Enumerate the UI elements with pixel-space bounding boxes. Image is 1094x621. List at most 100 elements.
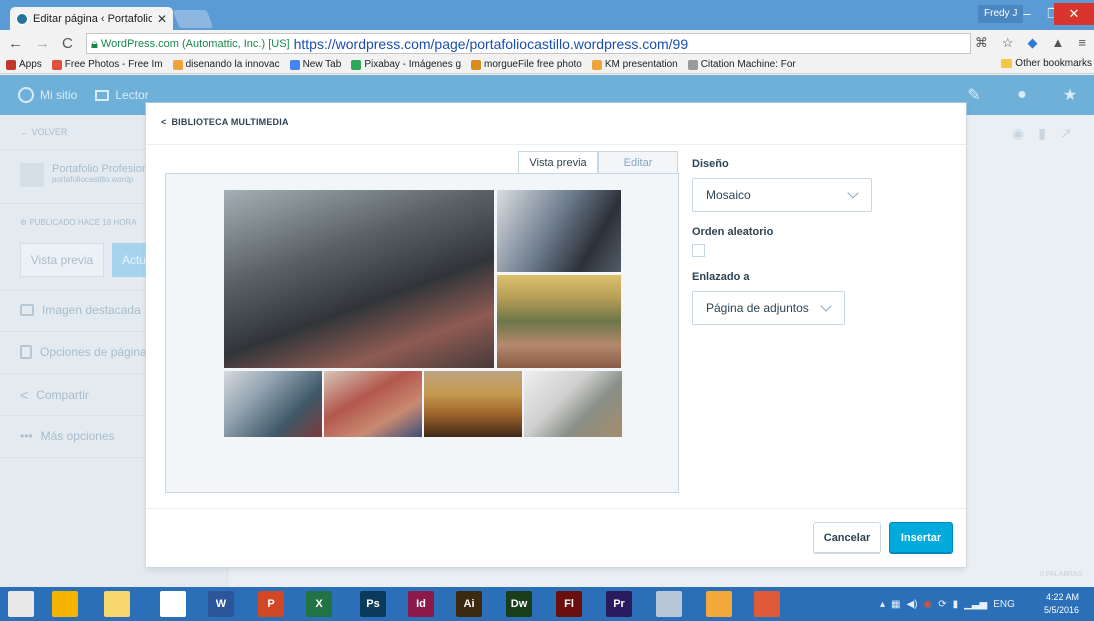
powerpoint-icon[interactable]: P [258, 591, 284, 617]
publish-status: ⚙ PUBLICADO HACE 18 HORA [20, 218, 137, 227]
translate-icon[interactable]: ⌘ [975, 35, 988, 51]
gallery-photo[interactable] [497, 275, 621, 368]
bookmark-item[interactable]: Citation Machine: For [687, 59, 796, 70]
bookmark-favicon-icon [351, 59, 362, 70]
windows-start-icon[interactable] [8, 591, 34, 617]
reload-icon[interactable]: C [62, 35, 73, 52]
system-clock[interactable]: 4:22 AM 5/5/2016 [1044, 591, 1079, 617]
photoshop-icon[interactable]: Ps [360, 591, 386, 617]
media-player-icon[interactable] [706, 591, 732, 617]
sync-icon[interactable]: ⟳ [938, 599, 946, 610]
bookmark-item[interactable]: morgueFile free photo [471, 59, 582, 70]
calculator-icon[interactable] [656, 591, 682, 617]
network-icon[interactable]: ▦ [891, 599, 900, 610]
sidebar-item-more-options[interactable]: ••• Más opciones [20, 429, 115, 443]
back-link[interactable]: ← VOLVER [20, 127, 67, 137]
tab-close-icon[interactable]: ✕ [157, 12, 167, 26]
word-count: 0 PALABRAS [1040, 571, 1083, 578]
sidebar-item-share[interactable]: < Compartir [20, 387, 89, 403]
image-icon [20, 304, 34, 316]
flash-icon[interactable]: Fl [556, 591, 582, 617]
antivirus-icon[interactable]: ◉ [924, 599, 933, 610]
extension-icon[interactable]: ◆ [1028, 35, 1038, 51]
wordpress-logo-icon [18, 87, 34, 103]
volume-icon[interactable]: ◀) [906, 599, 917, 610]
sidebar-item-label: Compartir [36, 388, 89, 402]
editor-actions: ◉ ▮ ↗ [1012, 125, 1072, 142]
bookmark-item[interactable]: disenando la innovac [172, 59, 280, 70]
gallery-photo[interactable] [497, 190, 621, 272]
bookmark-label: Pixabay - Imágenes g [364, 59, 462, 70]
bookmark-item[interactable]: Pixabay - Imágenes g [351, 59, 461, 70]
gallery-photo[interactable] [224, 371, 322, 437]
preview-button[interactable]: Vista previa [20, 243, 104, 277]
linked-to-select[interactable]: Página de adjuntos [692, 291, 845, 325]
layout-select[interactable]: Mosaico [692, 178, 872, 212]
file-explorer-icon[interactable] [104, 591, 130, 617]
share-icon: < [20, 387, 29, 403]
other-bookmarks[interactable]: Other bookmarks [1001, 58, 1092, 69]
my-site-link[interactable]: Mi sitio [18, 87, 77, 103]
home-icon[interactable] [160, 591, 186, 617]
sidebar-item-featured-image[interactable]: Imagen destacada [20, 303, 141, 317]
linked-to-value: Página de adjuntos [706, 301, 809, 315]
tray-arrow-icon[interactable]: ▴ [880, 599, 885, 610]
bookmark-item[interactable]: Apps [6, 59, 42, 70]
browser-tab[interactable]: Editar página ‹ Portafolio ✕ [10, 7, 173, 30]
signal-icon[interactable]: ▁▃▅ [964, 599, 987, 610]
language-indicator[interactable]: ENG [993, 599, 1015, 610]
back-link-label: BIBLIOTECA MULTIMEDIA [171, 117, 289, 127]
window-close-icon[interactable]: ✕ [1054, 3, 1094, 25]
chevron-down-icon [820, 300, 832, 312]
reader-icon [95, 89, 110, 101]
forward-arrow-icon[interactable]: → [35, 35, 50, 52]
eye-icon[interactable]: ◉ [1012, 125, 1024, 142]
external-link-icon[interactable]: ↗ [1060, 125, 1072, 142]
bookmark-label: morgueFile free photo [484, 59, 582, 70]
sidebar-item-page-options[interactable]: Opciones de página [20, 345, 147, 359]
new-tab-button[interactable] [172, 10, 214, 28]
cancel-button[interactable]: Cancelar [813, 522, 881, 554]
tab-edit[interactable]: Editar [598, 151, 678, 174]
bookmark-label: disenando la innovac [185, 59, 280, 70]
illustrator-icon[interactable]: Ai [456, 591, 482, 617]
trash-icon[interactable]: ▮ [1038, 125, 1046, 142]
indesign-icon[interactable]: Id [408, 591, 434, 617]
star-icon[interactable]: ☆ [1002, 35, 1014, 51]
word-icon[interactable]: W [208, 591, 234, 617]
tab-preview[interactable]: Vista previa [518, 151, 598, 174]
preview-tabs: Vista previa Editar [518, 151, 678, 174]
clock-date: 5/5/2016 [1044, 605, 1080, 615]
bookmark-label: KM presentation [604, 59, 678, 70]
bookmark-item[interactable]: New Tab [289, 59, 341, 70]
gallery-photo[interactable] [324, 371, 422, 437]
reader-link[interactable]: Lector [95, 88, 149, 102]
bookmark-label: Free Photos - Free Im [64, 59, 163, 70]
dreamweaver-icon[interactable]: Dw [506, 591, 532, 617]
omnibox[interactable]: 🔒︎ WordPress.com (Automattic, Inc.) [US]… [86, 33, 971, 54]
chrome-icon[interactable] [52, 591, 78, 617]
windows-taskbar: ▴ ▦ ◀) ◉ ⟳ ▮ ▁▃▅ ENG 4:22 AM 5/5/2016 WP… [0, 587, 1094, 621]
media-library-back-link[interactable]: < BIBLIOTECA MULTIMEDIA [161, 117, 289, 127]
bookmark-item[interactable]: KM presentation [591, 59, 678, 70]
back-arrow-icon[interactable]: ← [8, 35, 23, 52]
bookmark-item[interactable]: Free Photos - Free Im [51, 59, 163, 70]
notifications-icon[interactable]: ★ [1046, 75, 1094, 115]
menu-icon[interactable]: ≡ [1078, 35, 1086, 51]
battery-icon[interactable]: ▮ [953, 599, 959, 610]
insert-button[interactable]: Insertar [889, 522, 953, 554]
random-order-checkbox[interactable] [692, 244, 705, 257]
url-text[interactable]: https://wordpress.com/page/portafoliocas… [294, 36, 689, 52]
premiere-icon[interactable]: Pr [606, 591, 632, 617]
avatar-icon[interactable]: ● [998, 75, 1046, 115]
gallery-photo[interactable] [224, 190, 494, 368]
maps-icon[interactable] [754, 591, 780, 617]
gallery-photo[interactable] [424, 371, 522, 437]
gallery-photo[interactable] [524, 371, 622, 437]
bookmark-favicon-icon [471, 59, 482, 70]
excel-icon[interactable]: X [306, 591, 332, 617]
minimize-icon[interactable]: – [1014, 3, 1040, 25]
site-card[interactable]: Portafolio Profesion portafoliocastillo.… [20, 163, 148, 187]
drive-icon[interactable]: ▲ [1052, 35, 1065, 51]
browser-titlebar: Editar página ‹ Portafolio ✕ Fredy J – ❐… [0, 0, 1094, 30]
